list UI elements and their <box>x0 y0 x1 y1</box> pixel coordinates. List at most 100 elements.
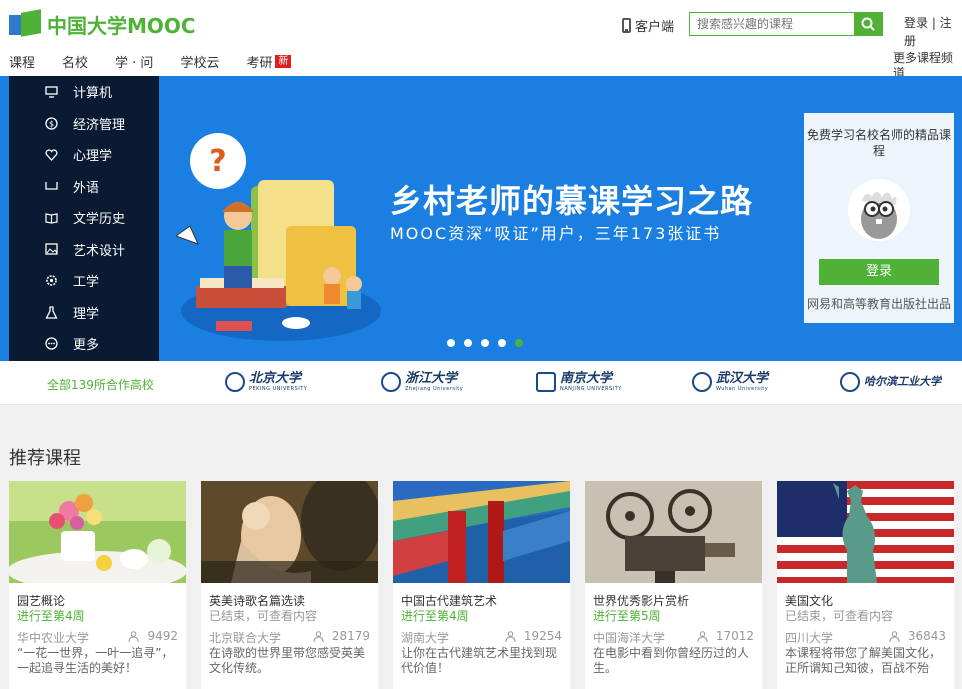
partner-logo-whu[interactable]: 武汉大学 Wuhan University <box>692 372 768 392</box>
category-economics[interactable]: $ 经济管理 <box>9 108 159 140</box>
course-status: 进行至第4周 <box>401 609 469 623</box>
carousel-dots <box>447 339 532 347</box>
all-partners-link[interactable]: 全部139所合作高校 <box>47 376 154 393</box>
heart-icon <box>45 148 58 161</box>
carousel-dot[interactable] <box>447 339 455 347</box>
course-description: 让你在古代建筑艺术里找到现代价值！ <box>401 646 558 675</box>
chat-bubble-icon <box>45 180 58 193</box>
course-card-list: 园艺概论 进行至第4周 华中农业大学 9492 “一花一世界，一叶一追寻”，一起… <box>9 481 962 689</box>
login-panel-footer: 网易和高等教育出版社出品 <box>806 297 951 311</box>
person-icon <box>889 630 900 642</box>
course-description: “一花一世界，一叶一追寻”，一起追寻生活的美好！ <box>17 646 174 675</box>
svg-text:?: ? <box>209 144 226 179</box>
mascot-avatar <box>848 179 910 241</box>
course-status: 已结束，可查看内容 <box>785 609 894 623</box>
course-school: 华中农业大学 <box>17 631 90 645</box>
flask-icon <box>45 306 58 319</box>
course-thumbnail <box>777 481 954 583</box>
carousel-dot[interactable] <box>464 339 472 347</box>
picture-icon <box>45 243 58 256</box>
search-icon <box>861 17 875 31</box>
nav-schools[interactable]: 名校 <box>62 52 88 71</box>
course-card[interactable]: 中国古代建筑艺术 进行至第4周 湖南大学 19254 让你在古代建筑艺术里找到现… <box>393 481 570 689</box>
course-card[interactable]: 世界优秀影片赏析 进行至第5周 中国海洋大学 17012 在电影中看到你曾经历过… <box>585 481 762 689</box>
recommended-section-title: 推荐课程 <box>9 448 81 469</box>
partner-universities-bar: 全部139所合作高校 北京大学 PEKING UNIVERSITY 浙江大学 Zhe… <box>0 361 962 405</box>
category-psychology[interactable]: 心理学 <box>9 139 159 171</box>
category-literature-history[interactable]: 文学历史 <box>9 202 159 234</box>
search-input[interactable] <box>690 13 854 35</box>
client-download-link[interactable]: 客户端 <box>622 16 674 35</box>
course-description: 本课程将带您了解美国文化，正所谓知己知彼，百战不殆 <box>785 646 942 675</box>
login-button[interactable]: 登录 <box>819 259 939 285</box>
person-icon <box>505 630 516 642</box>
category-languages[interactable]: 外语 <box>9 171 159 203</box>
partner-logo-hit[interactable]: 哈尔滨工业大学 <box>840 372 941 392</box>
nav-school-cloud[interactable]: 学校云 <box>180 52 219 71</box>
partner-logo-nju[interactable]: 南京大学 NANJING UNIVERSITY <box>536 372 622 392</box>
category-engineering[interactable]: 工学 <box>9 265 159 297</box>
enrollment-count: 17012 <box>697 629 754 643</box>
course-school: 四川大学 <box>785 631 834 645</box>
carousel-dot-active[interactable] <box>515 339 523 347</box>
main-nav: 课程 名校 学 · 问 学校云 考研新 <box>9 52 318 71</box>
course-status: 进行至第4周 <box>17 609 85 623</box>
category-computer[interactable]: 计算机 <box>9 76 159 108</box>
logo-text: 中国大学MOOC <box>47 13 196 38</box>
course-school: 中国海洋大学 <box>593 631 666 645</box>
phone-icon <box>622 18 631 33</box>
new-badge: 新 <box>275 55 292 68</box>
course-card[interactable]: 英美诗歌名篇选读 已结束，可查看内容 北京联合大学 28179 在诗歌的世界里带… <box>201 481 378 689</box>
enrollment-count: 19254 <box>505 629 562 643</box>
course-school: 北京联合大学 <box>209 631 282 645</box>
university-seal-icon <box>692 372 712 392</box>
enrollment-count: 36843 <box>889 629 946 643</box>
partner-logo-zju[interactable]: 浙江大学 Zhejiang University <box>381 372 463 392</box>
nav-xuewen[interactable]: 学 · 问 <box>115 52 153 71</box>
header: 中国大学MOOC 课程 名校 学 · 问 学校云 考研新 客户端 登录 | 注册… <box>0 0 962 76</box>
coin-icon: $ <box>45 117 58 130</box>
university-seal-icon <box>840 372 860 392</box>
logo-mark-icon <box>9 9 43 37</box>
search-button[interactable] <box>854 13 882 35</box>
course-description: 在诗歌的世界里带您感受英美文化传统。 <box>209 646 366 675</box>
category-science[interactable]: 理学 <box>9 297 159 329</box>
search-box <box>689 12 883 36</box>
enrollment-count: 9492 <box>128 629 178 643</box>
category-art-design[interactable]: 艺术设计 <box>9 234 159 266</box>
course-card[interactable]: 园艺概论 进行至第4周 华中农业大学 9492 “一花一世界，一叶一追寻”，一起… <box>9 481 186 689</box>
category-menu: 计算机 $ 经济管理 心理学 外语 文学历史 艺术设计 工学 理学 更多 <box>9 76 159 361</box>
gear-icon <box>45 274 58 287</box>
partner-logo-pku[interactable]: 北京大学 PEKING UNIVERSITY <box>225 372 307 392</box>
book-icon <box>45 211 58 224</box>
course-status: 进行至第5周 <box>593 609 661 623</box>
carousel-dot[interactable] <box>498 339 506 347</box>
login-panel: 免费学习名校名师的精品课程 登录 网易和高等教育出版社出品 <box>804 113 954 323</box>
nav-courses[interactable]: 课程 <box>9 52 35 71</box>
course-school: 湖南大学 <box>401 631 450 645</box>
course-status: 已结束，可查看内容 <box>209 609 318 623</box>
nav-kaoyan[interactable]: 考研新 <box>246 52 292 71</box>
site-logo[interactable]: 中国大学MOOC <box>9 9 196 38</box>
person-icon <box>313 630 324 642</box>
banner-illustration: ? <box>176 133 381 341</box>
svg-text:$: $ <box>49 119 54 128</box>
carousel-dot[interactable] <box>481 339 489 347</box>
enrollment-count: 28179 <box>313 629 370 643</box>
category-more[interactable]: 更多 <box>9 328 159 360</box>
more-channels-link[interactable]: 更多课程频道 <box>893 51 962 76</box>
client-label: 客户端 <box>635 20 675 35</box>
university-seal-icon <box>381 372 401 392</box>
banner-title: 乡村老师的慕课学习之路 <box>390 182 754 220</box>
person-icon <box>697 630 708 642</box>
course-card[interactable]: 美国文化 已结束，可查看内容 四川大学 36843 本课程将带您了解美国文化，正… <box>777 481 954 689</box>
course-thumbnail <box>393 481 570 583</box>
course-thumbnail <box>201 481 378 583</box>
university-seal-icon <box>536 372 556 392</box>
course-description: 在电影中看到你曾经历过的人生。 <box>593 646 750 675</box>
hero-banner[interactable]: 计算机 $ 经济管理 心理学 外语 文学历史 艺术设计 工学 理学 更多 ? 乡… <box>0 76 962 361</box>
login-register-link[interactable]: 登录 | 注册 <box>904 14 962 50</box>
course-thumbnail <box>585 481 762 583</box>
course-thumbnail <box>9 481 186 591</box>
login-panel-tagline: 免费学习名校名师的精品课程 <box>806 128 951 158</box>
